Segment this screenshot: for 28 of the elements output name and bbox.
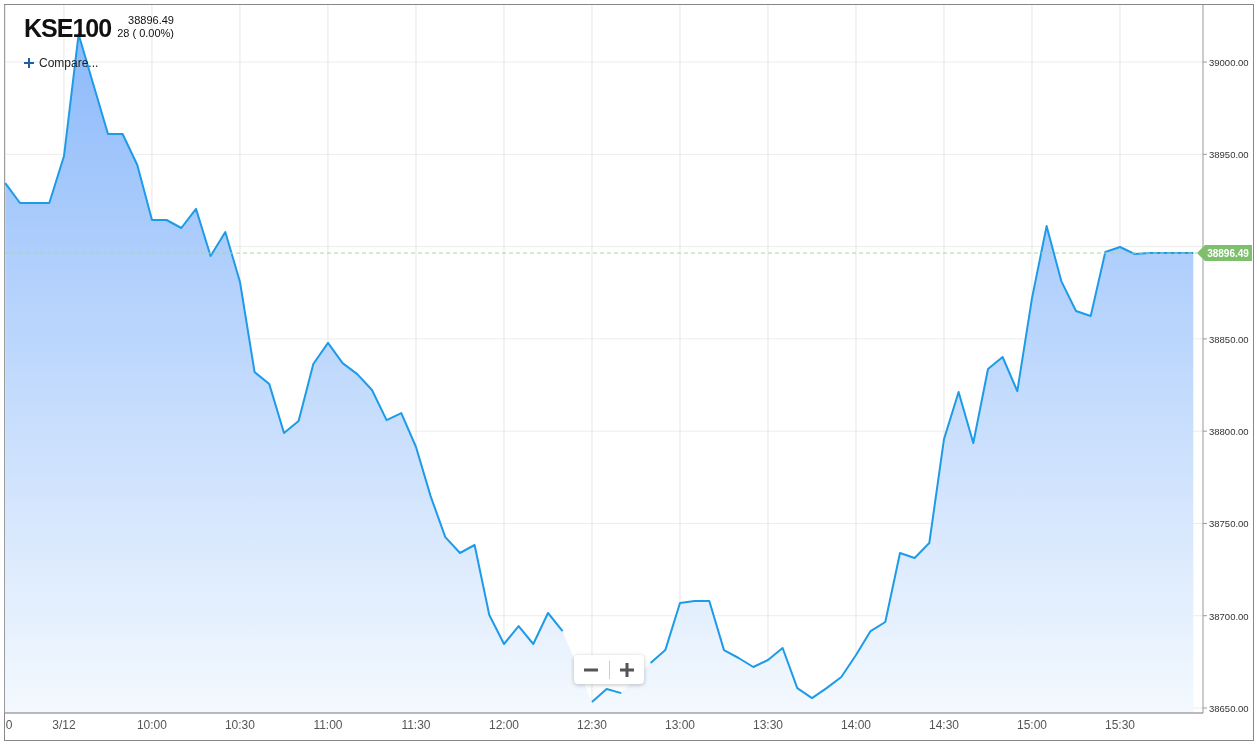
axis-label: 11:00 [313, 718, 343, 732]
axis-label: 10:00 [136, 718, 167, 732]
axis-label: 12:00 [488, 718, 519, 732]
axis-label: 39000.00 [1209, 57, 1249, 69]
last-price: 38896.49 [128, 14, 174, 27]
axis-label: 0 [5, 718, 13, 732]
axis-label: 38950.00 [1209, 149, 1249, 161]
axis-label: 13:30 [752, 718, 783, 732]
axis-label: 15:00 [1016, 718, 1047, 732]
minus-icon [584, 667, 599, 672]
axis-label: 12:30 [576, 718, 607, 732]
price-change: 28 ( 0.00%) [117, 27, 174, 40]
axis-label: 11:30 [401, 718, 431, 732]
plus-icon [619, 662, 634, 677]
axis-label: 38850.00 [1209, 333, 1249, 345]
axis-label: 10:30 [224, 718, 255, 732]
axis-label: 38650.00 [1209, 703, 1249, 714]
axis-label: 38800.00 [1209, 426, 1249, 438]
axis-label: 38700.00 [1209, 610, 1249, 622]
axis-label: 14:30 [928, 718, 959, 732]
axis-label: 3/12 [52, 718, 76, 732]
symbol-title: KSE100 [24, 13, 112, 44]
price-tag: 38896.49 [1197, 245, 1252, 262]
plus-icon [24, 58, 34, 68]
axis-label: 15:30 [1104, 718, 1135, 732]
axis-label: 38750.00 [1209, 518, 1249, 530]
axis-label: 13:00 [664, 718, 695, 732]
axis-label: 14:00 [840, 718, 871, 732]
